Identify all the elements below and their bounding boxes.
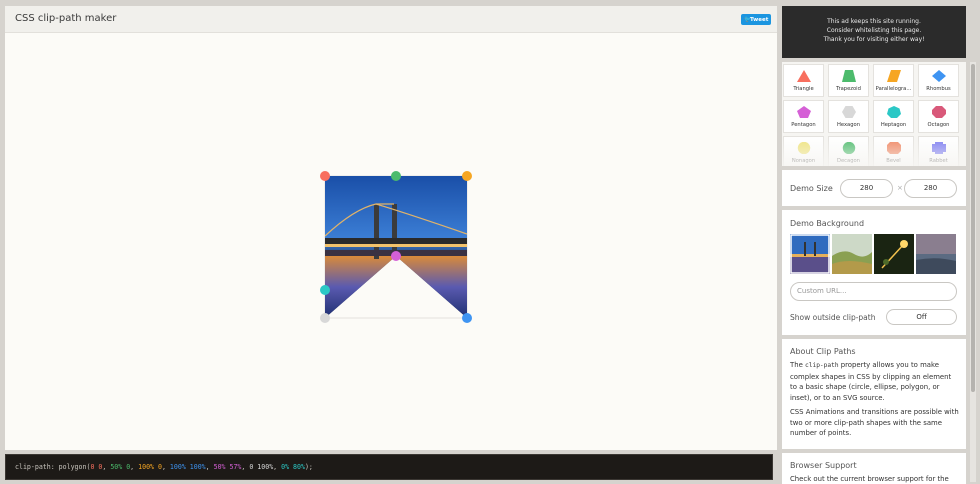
demo-stage [5,34,777,450]
code-point: 0 0 [90,463,103,471]
shape-button-rhombus[interactable]: Rhombus [918,64,959,97]
trapezoid-icon [842,70,856,82]
browser-support-text: Check out the current browser support fo… [790,475,949,483]
ad-line: This ad keeps this site running. [827,18,921,25]
ad-banner[interactable]: This ad keeps this site running. Conside… [782,6,966,58]
demo-image [325,176,467,318]
shape-button-hexagon[interactable]: Hexagon [828,100,869,133]
page-title: CSS clip-path maker [15,13,117,24]
shape-button-label: Octagon [927,122,950,128]
editor-panel: CSS clip-path maker 🐦Tweet [5,6,777,450]
clip-point-handle[interactable] [391,251,401,261]
shape-button-label: Heptagon [880,122,907,128]
octagon-icon [932,106,946,118]
browser-support-panel: Browser Support Check out the current br… [782,453,966,484]
about-text: The [790,361,806,369]
clip-point-handle[interactable] [320,171,330,181]
shape-button-octagon[interactable]: Octagon [918,100,959,133]
heptagon-icon [887,106,901,118]
code-point: 0 100% [249,463,274,471]
about-panel: About Clip Paths The clip-path property … [782,339,966,449]
demo-background-panel: Demo Background Custom URL... Show outsi… [782,210,966,335]
hexagon-icon [842,106,856,118]
background-thumb-bridge[interactable] [790,234,830,274]
code-point: 50% 57% [213,463,242,471]
triangle-icon [797,70,811,82]
shape-button-heptagon[interactable]: Heptagon [873,100,914,133]
about-paragraph: The clip-path property allows you to mak… [790,360,960,403]
clip-point-handle[interactable] [391,171,401,181]
demo-size-panel: Demo Size 280 × 280 [782,170,966,206]
tweet-button[interactable]: 🐦Tweet [741,14,771,25]
shape-button-parallelogra[interactable]: Parallelogra... [873,64,914,97]
clip-point-handle[interactable] [320,313,330,323]
ad-line: Consider whitelisting this page. [826,27,922,34]
size-separator: × [897,184,903,192]
header-bar: CSS clip-path maker 🐦Tweet [5,6,777,33]
code-output-bar[interactable]: clip-path: polygon(0 0, 50% 0, 100% 0, 1… [5,454,773,480]
background-thumb-sunset[interactable] [916,234,956,274]
rhombus-icon [932,70,946,82]
sidebar-scrollbar-thumb[interactable] [971,64,975,392]
show-outside-label: Show outside clip-path [790,313,876,322]
code-point: 100% 0 [138,463,162,471]
browser-support-title: Browser Support [790,461,857,470]
shape-picker: Triangle Trapezoid Parallelogra... Rhombus P… [782,62,966,166]
background-thumb-sparkler[interactable] [874,234,914,274]
shape-button-label: Pentagon [791,122,816,128]
shape-picker-fade [782,136,966,166]
code-point: 50% 0 [110,463,131,471]
shape-button-label: Rhombus [926,86,951,92]
code-point: 100% 100% [169,463,206,471]
shape-button-trapezoid[interactable]: Trapezoid [828,64,869,97]
code-point: 0% 80% [281,463,305,471]
about-title: About Clip Paths [790,347,856,356]
shape-button-label: Trapezoid [836,86,861,92]
about-paragraph: CSS Animations and transitions are possi… [790,408,959,438]
shape-button-triangle[interactable]: Triangle [783,64,824,97]
about-code: clip-path [805,362,839,369]
parallelogram-icon [887,70,901,82]
demo-size-label: Demo Size [790,184,833,193]
shape-button-label: Parallelogra... [875,86,912,92]
demo-area [320,171,472,323]
clip-point-handle[interactable] [462,313,472,323]
tweet-label: Tweet [750,17,769,23]
shape-button-label: Triangle [793,86,814,92]
code-suffix: ); [304,463,313,471]
clip-path-code[interactable]: clip-path: polygon(0 0, 50% 0, 100% 0, 1… [15,463,313,471]
demo-background-label: Demo Background [790,219,865,228]
code-prefix: clip-path: polygon( [15,463,91,471]
pentagon-icon [797,106,811,118]
background-thumb-hills[interactable] [832,234,872,274]
clip-point-handle[interactable] [320,285,330,295]
shape-button-label: Hexagon [836,122,860,128]
demo-width-input[interactable]: 280 [840,179,893,198]
shape-button-pentagon[interactable]: Pentagon [783,100,824,133]
demo-height-input[interactable]: 280 [904,179,957,198]
custom-url-input[interactable]: Custom URL... [790,282,957,301]
show-outside-toggle[interactable]: Off [886,309,957,325]
ad-line: Thank you for visiting either way! [823,36,925,43]
clip-point-handle[interactable] [462,171,472,181]
